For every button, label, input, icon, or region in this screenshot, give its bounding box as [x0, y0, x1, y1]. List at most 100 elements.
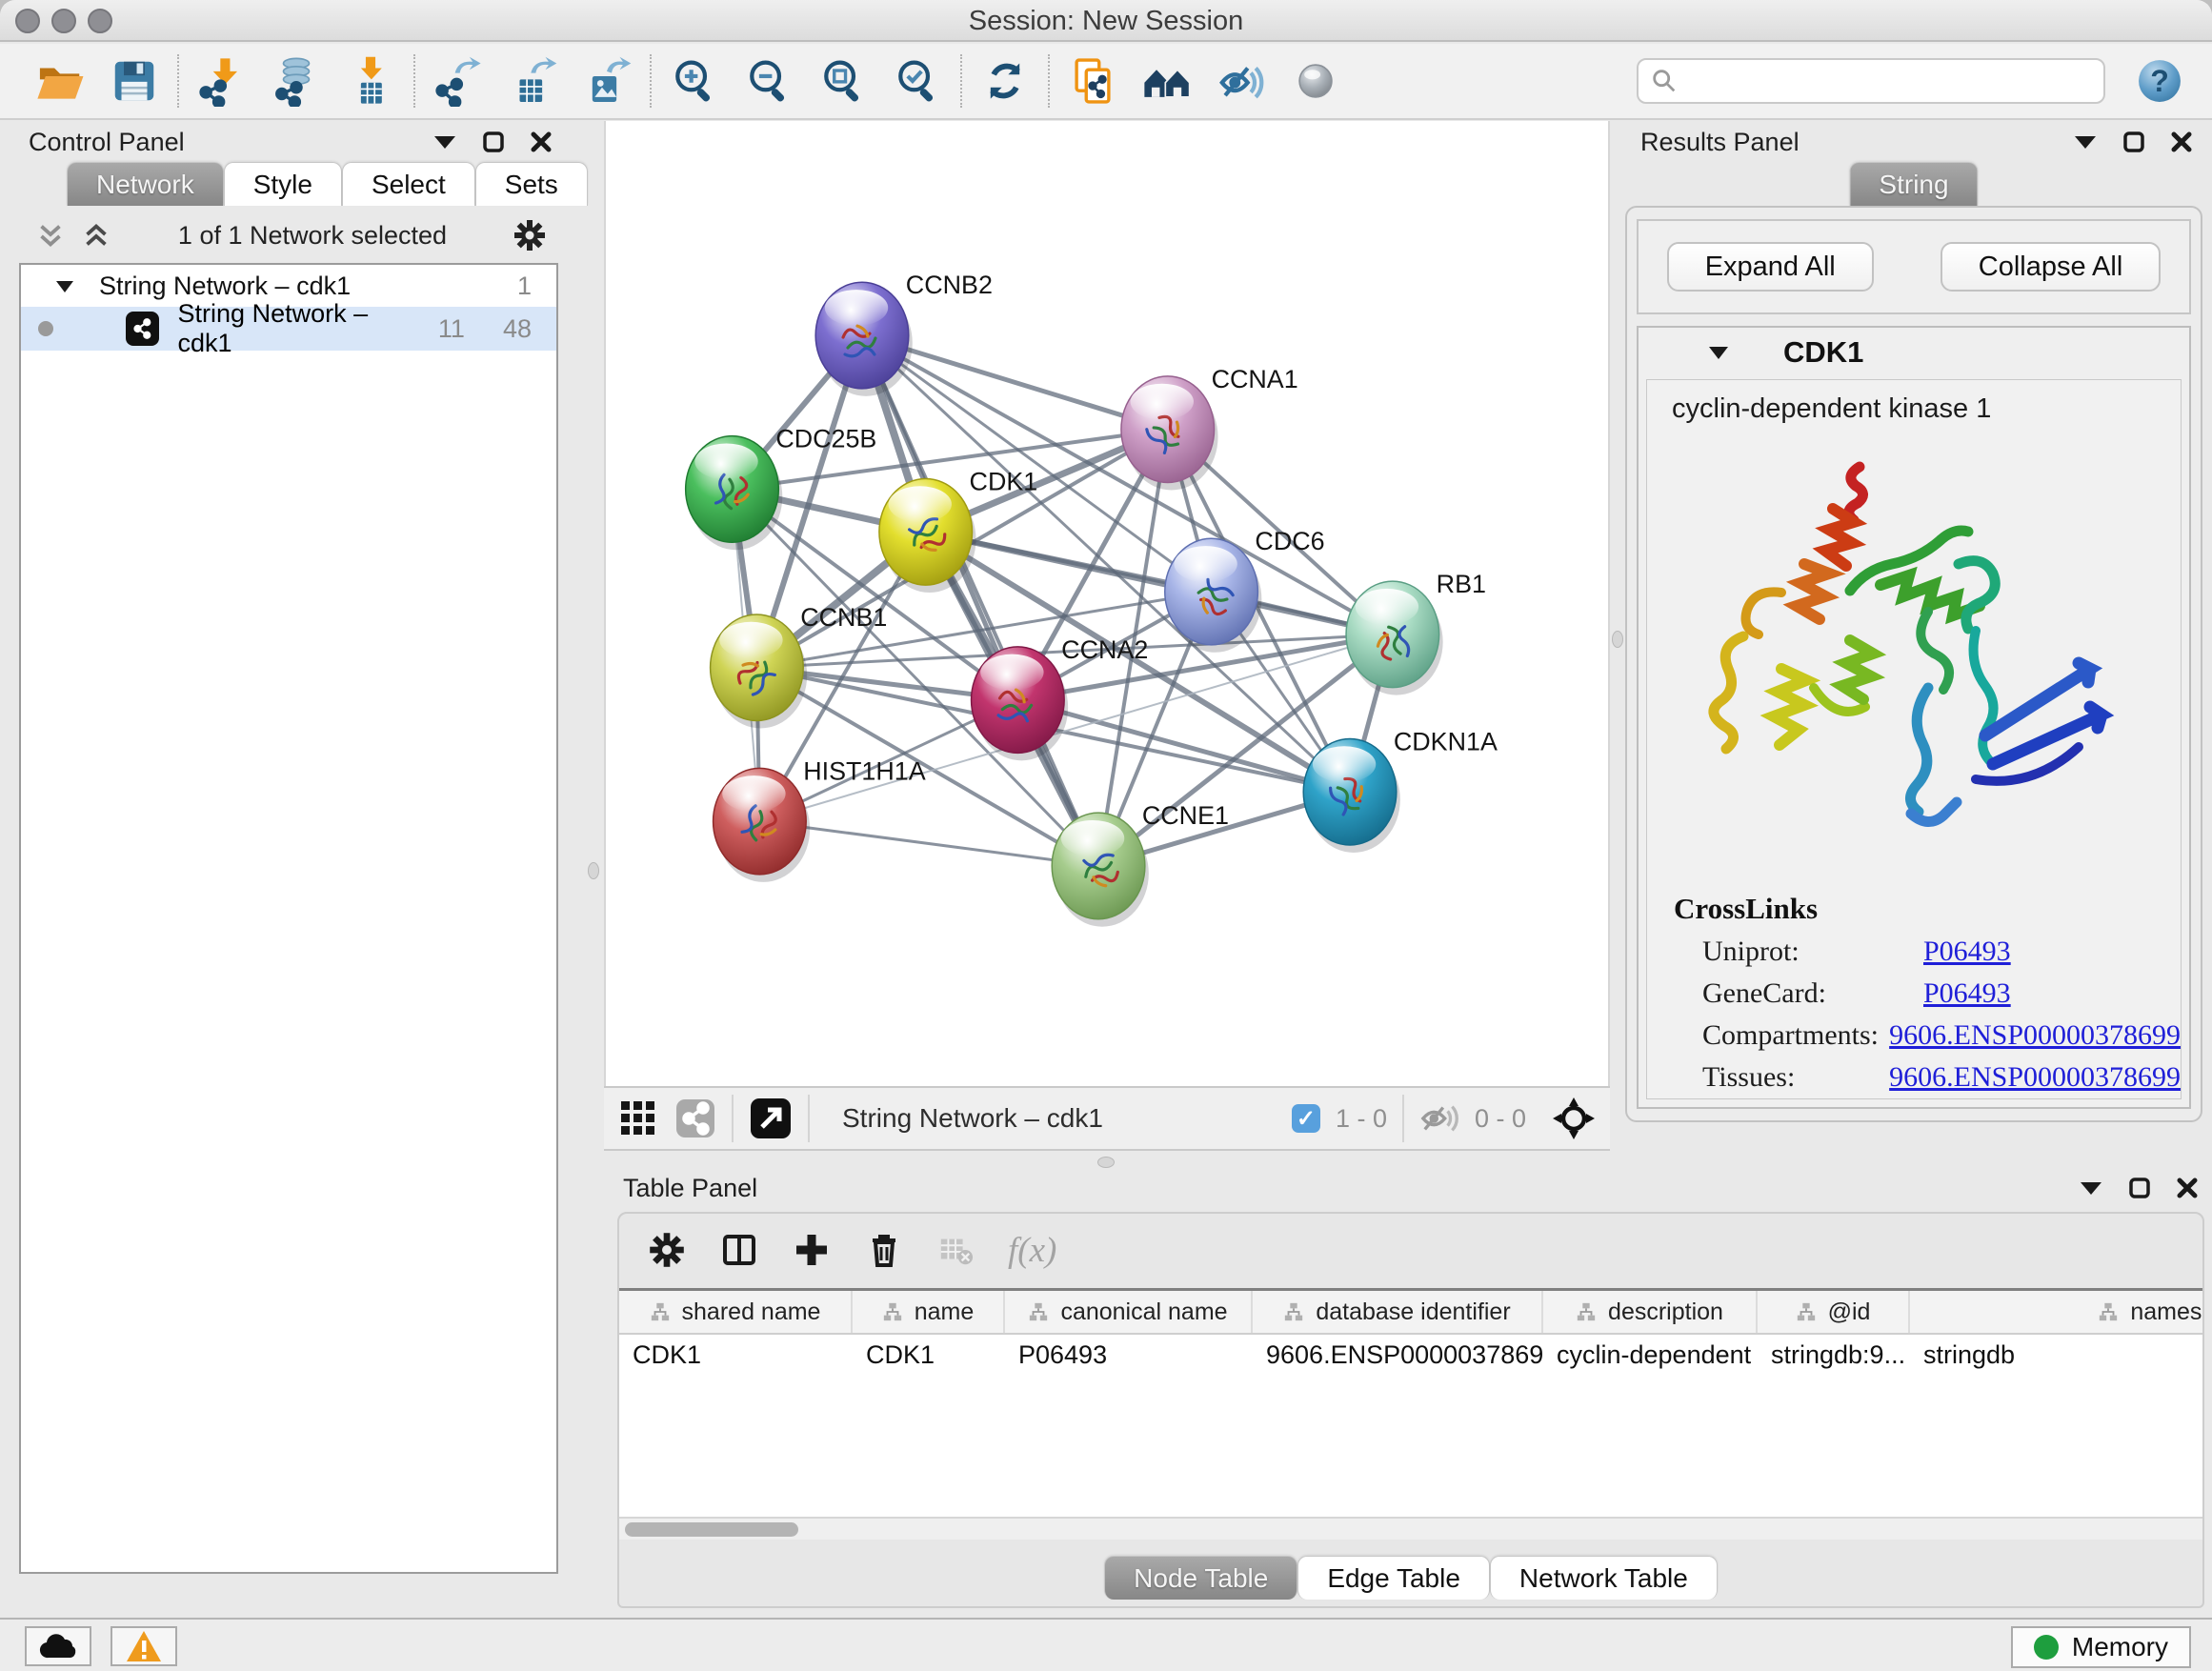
column-header-canonical-name[interactable]: canonical name: [1005, 1291, 1253, 1333]
tab-network-table[interactable]: Network Table: [1490, 1556, 1718, 1600]
import-table-button[interactable]: [343, 53, 398, 109]
tab-sets[interactable]: Sets: [475, 162, 588, 206]
memory-button[interactable]: Memory: [2011, 1626, 2191, 1668]
column-header-description[interactable]: description: [1543, 1291, 1758, 1333]
network-node-CDC25B[interactable]: CDC25B: [686, 425, 877, 551]
network-from-selection-button[interactable]: [1065, 53, 1120, 109]
network-node-CDK1[interactable]: CDK1: [879, 467, 1037, 593]
maximize-window-button[interactable]: [88, 9, 112, 33]
network-edge-CCNB2-CCNE1[interactable]: [862, 335, 1098, 866]
column-header-name[interactable]: name: [853, 1291, 1005, 1333]
zoom-selected-button[interactable]: [890, 53, 945, 109]
table-cell[interactable]: P06493: [1005, 1335, 1253, 1379]
horizontal-splitter-handle[interactable]: [1097, 1157, 1115, 1168]
table-cell[interactable]: CDK1: [619, 1335, 853, 1379]
left-splitter-handle[interactable]: [588, 862, 599, 879]
table-horizontal-scrollbar[interactable]: [619, 1517, 2202, 1540]
import-network-database-button[interactable]: [269, 53, 324, 109]
table-cell[interactable]: CDK1: [853, 1335, 1005, 1379]
table-cell[interactable]: stringdb: [1910, 1335, 2204, 1379]
table-cell[interactable]: stringdb:9...: [1758, 1335, 1910, 1379]
tab-string[interactable]: String: [1849, 162, 1978, 206]
section-collapse-icon[interactable]: [1707, 345, 1730, 361]
network-node-CCNA2[interactable]: CCNA2: [972, 635, 1149, 761]
column-header-database-identifier[interactable]: database identifier: [1253, 1291, 1543, 1333]
tab-edge-table[interactable]: Edge Table: [1297, 1556, 1490, 1600]
scrollbar-thumb[interactable]: [625, 1522, 798, 1537]
crosslink-link[interactable]: 9606.ENSP00000378699: [1889, 1019, 2181, 1052]
apply-layout-button[interactable]: [977, 53, 1033, 109]
zoom-in-button[interactable]: [667, 53, 722, 109]
minimize-window-button[interactable]: [51, 9, 76, 33]
pan-crosshair-icon[interactable]: [1551, 1096, 1597, 1141]
float-panel-icon[interactable]: [2122, 131, 2145, 153]
enhanced-graphics-button[interactable]: [1214, 53, 1269, 109]
glass-ball-toggle-button[interactable]: [1288, 53, 1343, 109]
network-edge-CCNE1-HIST1H1A[interactable]: [759, 821, 1098, 866]
hidden-eye-icon[interactable]: [1419, 1101, 1459, 1136]
crosslink-link[interactable]: 9606.ENSP00000378699: [1889, 1061, 2181, 1094]
crosslink-link[interactable]: P06493: [1923, 936, 2011, 968]
show-columns-icon[interactable]: [720, 1231, 758, 1269]
network-node-CCNB1[interactable]: CCNB1: [711, 603, 888, 729]
tab-style[interactable]: Style: [224, 162, 342, 206]
tab-network[interactable]: Network: [67, 162, 224, 206]
close-panel-icon[interactable]: [530, 131, 553, 153]
column-header-id[interactable]: @id: [1758, 1291, 1910, 1333]
export-table-button[interactable]: [505, 53, 560, 109]
close-panel-icon[interactable]: [2170, 131, 2193, 153]
delete-column-icon[interactable]: [865, 1231, 903, 1269]
close-window-button[interactable]: [15, 9, 40, 33]
network-node-RB1[interactable]: RB1: [1346, 570, 1486, 695]
network-node-CCNB2[interactable]: CCNB2: [815, 271, 993, 396]
tree-expand-icon[interactable]: [55, 279, 74, 293]
export-network-button[interactable]: [431, 53, 486, 109]
selected-checkbox[interactable]: ✓: [1292, 1104, 1320, 1133]
help-button[interactable]: ?: [2132, 53, 2187, 109]
collapse-all-button[interactable]: Collapse All: [1941, 242, 2162, 292]
float-panel-icon[interactable]: [2128, 1177, 2151, 1199]
save-session-button[interactable]: [107, 53, 162, 109]
tab-select[interactable]: Select: [342, 162, 475, 206]
gear-icon[interactable]: [513, 218, 547, 252]
close-panel-icon[interactable]: [2176, 1177, 2199, 1199]
float-panel-icon[interactable]: [482, 131, 505, 153]
table-cell[interactable]: cyclin-dependent ...: [1543, 1335, 1758, 1379]
open-session-button[interactable]: [32, 53, 88, 109]
warnings-button[interactable]: [111, 1626, 177, 1666]
search-field[interactable]: [1637, 58, 2105, 104]
expand-all-icon[interactable]: [80, 219, 112, 252]
search-input[interactable]: [1679, 67, 2092, 96]
network-canvas[interactable]: CCNB2 CCNA1 CDC25BCDK1 CDC6RB1 CCNB1 CCNA2 CDK…: [604, 121, 1610, 1086]
grid-view-icon[interactable]: [617, 1097, 659, 1139]
collapse-panel-icon[interactable]: [432, 133, 457, 151]
tab-node-table[interactable]: Node Table: [1104, 1556, 1297, 1600]
collapse-all-icon[interactable]: [34, 219, 67, 252]
zoom-out-button[interactable]: [741, 53, 796, 109]
network-node-CCNE1[interactable]: CCNE1: [1052, 801, 1229, 927]
crosslink-link[interactable]: P06493: [1923, 977, 2011, 1010]
network-node-CDKN1A[interactable]: CDKN1A: [1303, 727, 1498, 853]
column-header-namespace[interactable]: namespace: [1910, 1291, 2204, 1333]
cloud-button[interactable]: [25, 1626, 91, 1666]
clone-network-icon: [1067, 55, 1118, 107]
table-row[interactable]: CDK1CDK1P064939606.ENSP00000378699cyclin…: [619, 1335, 2202, 1379]
table-gear-icon[interactable]: [648, 1231, 686, 1269]
network-node-CCNA1[interactable]: CCNA1: [1121, 365, 1298, 491]
network-overview-icon[interactable]: [674, 1097, 716, 1139]
collapse-panel-icon[interactable]: [2079, 1179, 2103, 1197]
gene-section-header[interactable]: CDK1: [1639, 328, 2189, 377]
network-node-CDC6[interactable]: CDC6: [1165, 527, 1325, 653]
network-row-selected[interactable]: String Network – cdk1 11 48: [21, 307, 556, 351]
import-network-file-button[interactable]: [194, 53, 250, 109]
zoom-fit-button[interactable]: [815, 53, 871, 109]
column-header-shared-name[interactable]: shared name: [619, 1291, 853, 1333]
add-column-icon[interactable]: [793, 1231, 831, 1269]
expand-all-button[interactable]: Expand All: [1667, 242, 1874, 292]
network-node-HIST1H1A[interactable]: HIST1H1A: [714, 756, 926, 882]
table-cell[interactable]: 9606.ENSP00000378699: [1253, 1335, 1543, 1379]
export-image-button[interactable]: [579, 53, 634, 109]
collapse-panel-icon[interactable]: [2073, 133, 2098, 151]
string-home-button[interactable]: [1139, 53, 1195, 109]
detach-view-icon[interactable]: [749, 1097, 793, 1140]
